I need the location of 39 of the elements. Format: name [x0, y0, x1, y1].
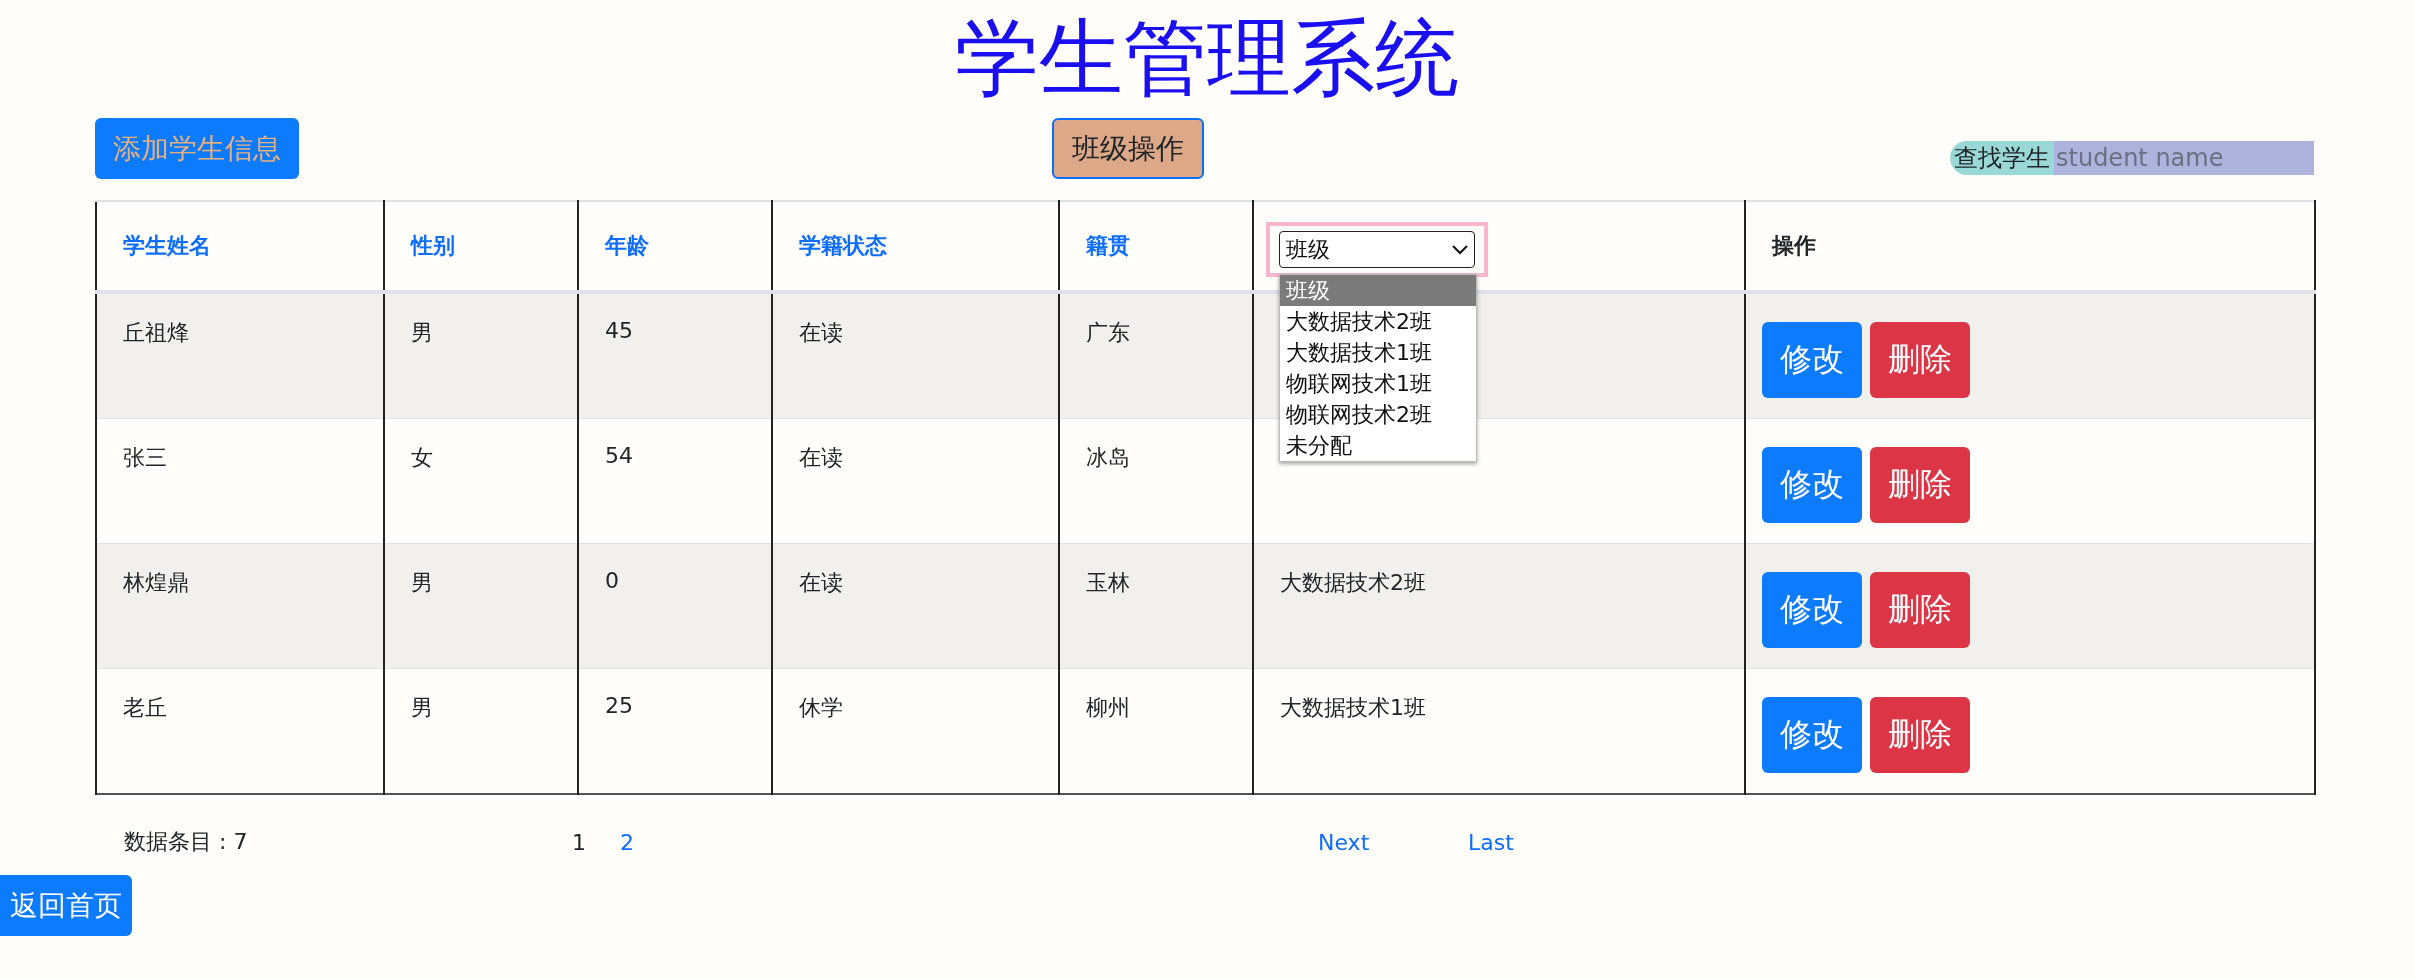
table-cell: 大数据技术2班	[1280, 570, 1426, 595]
table-cell: 男	[384, 292, 578, 419]
table-cell: 0	[578, 543, 772, 669]
dropdown-option[interactable]: 未分配	[1280, 430, 1476, 461]
table-cell: 大数据技术1班	[1280, 695, 1426, 720]
table-cell: 广东	[1059, 292, 1253, 419]
record-count: 数据条目 : 7	[124, 828, 249, 856]
table-cell: 玉林	[1059, 543, 1253, 669]
delete-button[interactable]: 删除	[1870, 572, 1970, 648]
table-cell: 45	[578, 292, 772, 419]
table-cell: 在读	[772, 292, 1059, 419]
page-title: 学生管理系统	[954, 8, 1460, 109]
dropdown-option[interactable]: 大数据技术1班	[1280, 337, 1476, 368]
edit-button[interactable]: 修改	[1762, 697, 1862, 773]
table-cell: 林煌鼎	[96, 543, 384, 669]
class-select[interactable]: 班级	[1279, 231, 1475, 268]
delete-button[interactable]: 删除	[1870, 447, 1970, 523]
chevron-icon	[1452, 244, 1468, 255]
dropdown-option[interactable]: 物联网技术2班	[1280, 399, 1476, 430]
dropdown-option[interactable]: 大数据技术2班	[1280, 306, 1476, 337]
table-cell: 在读	[772, 543, 1059, 669]
dropdown-option[interactable]: 物联网技术1班	[1280, 368, 1476, 399]
search-label: 查找学生	[1950, 141, 2054, 175]
edit-button[interactable]: 修改	[1762, 447, 1862, 523]
edit-button[interactable]: 修改	[1762, 322, 1862, 398]
edit-button[interactable]: 修改	[1762, 572, 1862, 648]
delete-button[interactable]: 删除	[1870, 322, 1970, 398]
last-link[interactable]: Last	[1468, 829, 2414, 855]
dropdown-option[interactable]: 班级	[1280, 275, 1476, 306]
home-button[interactable]: 返回首页	[0, 875, 132, 936]
table-cell: 老丘	[96, 668, 384, 794]
next-link[interactable]: Next	[1318, 829, 1468, 855]
search-field[interactable]: student name	[2054, 141, 2314, 175]
page-link[interactable]: 1	[572, 829, 620, 855]
table-cell: 丘祖烽	[96, 292, 384, 419]
class-operations-button[interactable]: 班级操作	[1052, 118, 1204, 179]
page-link[interactable]: 2	[620, 829, 1318, 855]
delete-button[interactable]: 删除	[1870, 697, 1970, 773]
table-cell: 男	[384, 543, 578, 669]
